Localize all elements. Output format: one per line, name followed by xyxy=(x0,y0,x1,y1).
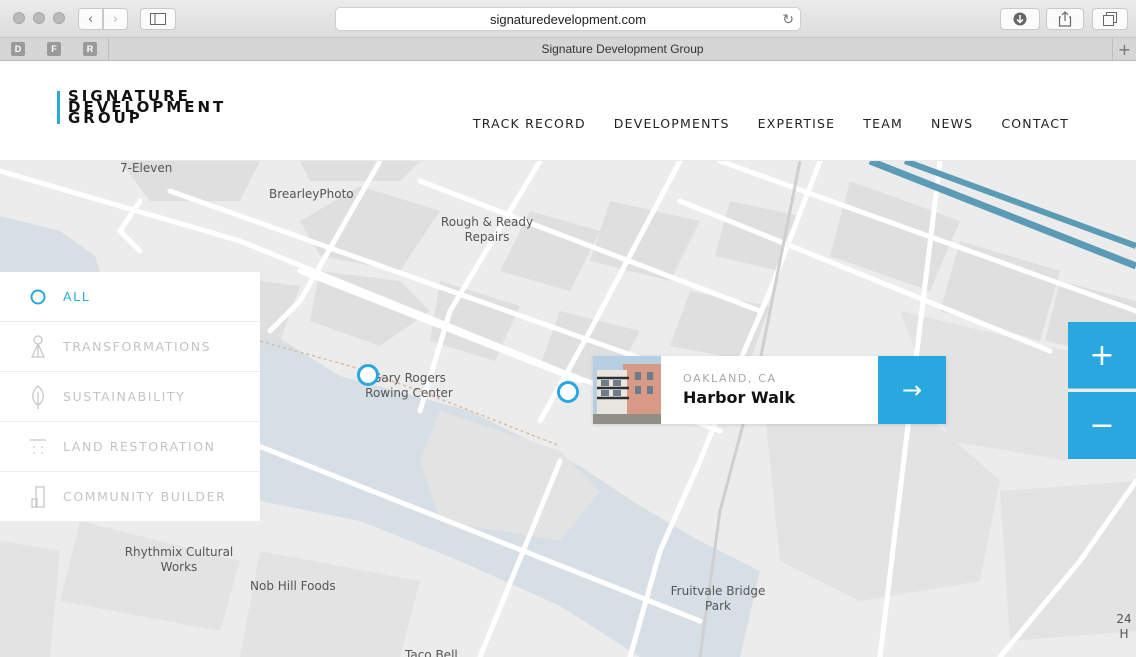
nav-contact[interactable]: CONTACT xyxy=(1001,116,1069,131)
project-location: OAKLAND, CA xyxy=(683,372,777,385)
sidebar-toggle-button[interactable] xyxy=(140,8,176,30)
zoom-in-button[interactable]: + xyxy=(1068,322,1136,389)
building-photo xyxy=(593,356,661,424)
logo[interactable]: SIGNATURE DEVELOPMENT GROUP xyxy=(57,89,226,126)
favorite-f[interactable]: F xyxy=(47,42,61,56)
filter-label: LAND RESTORATION xyxy=(63,439,216,454)
view-project-button[interactable]: → xyxy=(878,356,946,424)
filter-all[interactable]: ALL xyxy=(0,272,260,322)
leaf-icon xyxy=(27,384,49,410)
circle-icon xyxy=(27,284,49,310)
map-label-rhythmix: Rhythmix Cultural Works xyxy=(120,545,238,575)
filter-community-builder[interactable]: COMMUNITY BUILDER xyxy=(0,472,260,522)
map-label-nob-hill: Nob Hill Foods xyxy=(250,579,336,593)
forward-button[interactable]: › xyxy=(103,8,128,30)
plus-icon: + xyxy=(1117,39,1132,59)
filter-label: TRANSFORMATIONS xyxy=(63,339,212,354)
filter-transformations[interactable]: TRANSFORMATIONS xyxy=(0,322,260,372)
nav-expertise[interactable]: EXPERTISE xyxy=(758,116,836,131)
filter-label: SUSTAINABILITY xyxy=(63,389,186,404)
map-label-brearley: BrearleyPhoto xyxy=(269,187,354,201)
project-title: Harbor Walk xyxy=(683,388,795,407)
zoom-window-button[interactable] xyxy=(53,12,65,24)
close-window-button[interactable] xyxy=(13,12,25,24)
tab-title: Signature Development Group xyxy=(541,42,704,56)
url-text: signaturedevelopment.com xyxy=(489,11,647,27)
download-icon xyxy=(1013,12,1027,26)
back-button[interactable]: ‹ xyxy=(78,8,103,30)
map-label-line: Rowing Center xyxy=(365,386,453,400)
active-tab[interactable]: Signature Development Group xyxy=(108,38,1136,60)
map-label-rough-ready: Rough & Ready Repairs xyxy=(440,215,534,245)
plus-icon: + xyxy=(1089,337,1115,373)
favorite-r[interactable]: R xyxy=(83,42,97,56)
filter-label: ALL xyxy=(63,289,91,304)
map-label-line: Rhythmix Cultural xyxy=(124,545,234,559)
filter-land-restoration[interactable]: LAND RESTORATION xyxy=(0,422,260,472)
chevron-right-icon: › xyxy=(112,11,119,27)
map-marker-selected[interactable] xyxy=(557,381,579,403)
browser-toolbar: ‹ › signaturedevelopment.com ↻ xyxy=(0,0,1136,38)
transformation-icon xyxy=(27,334,49,360)
project-card[interactable]: OAKLAND, CA Harbor Walk → xyxy=(593,356,946,424)
tabs-icon xyxy=(1103,12,1117,26)
nav-team[interactable]: TEAM xyxy=(863,116,903,131)
map-marker[interactable] xyxy=(357,364,379,386)
map-label-taco-bell: Taco Bell xyxy=(405,648,458,657)
land-icon xyxy=(27,434,49,460)
building-icon xyxy=(27,484,49,510)
new-tab-button[interactable]: + xyxy=(1112,38,1136,60)
minimize-window-button[interactable] xyxy=(33,12,45,24)
filter-label: COMMUNITY BUILDER xyxy=(63,489,227,504)
tab-bar: D F R Signature Development Group + xyxy=(0,38,1136,61)
map-label-edge: 24 H xyxy=(1116,612,1132,641)
map-label-line: Park xyxy=(705,599,731,613)
map-label-line: Repairs xyxy=(464,230,510,244)
site-header: SIGNATURE DEVELOPMENT GROUP TRACK RECORD… xyxy=(0,61,1136,161)
nav-track-record[interactable]: TRACK RECORD xyxy=(473,116,586,131)
nav-news[interactable]: NEWS xyxy=(931,116,973,131)
downloads-button[interactable] xyxy=(1000,8,1040,30)
reload-icon[interactable]: ↻ xyxy=(782,11,794,28)
project-card-text: OAKLAND, CA Harbor Walk xyxy=(661,356,878,424)
address-bar[interactable]: signaturedevelopment.com ↻ xyxy=(335,7,801,31)
chevron-left-icon: ‹ xyxy=(87,11,94,27)
map-label-line: Rough & Ready xyxy=(440,215,534,229)
nav-developments[interactable]: DEVELOPMENTS xyxy=(614,116,730,131)
favorite-d[interactable]: D xyxy=(11,42,25,56)
arrow-right-icon: → xyxy=(901,376,923,404)
map-label-7-eleven: 7-Eleven xyxy=(120,161,173,175)
sidebar-icon xyxy=(150,13,166,25)
map-label-line: Fruitvale Bridge xyxy=(670,584,766,598)
zoom-out-button[interactable]: − xyxy=(1068,392,1136,459)
map-label-fruitvale: Fruitvale Bridge Park xyxy=(668,584,768,614)
filter-sustainability[interactable]: SUSTAINABILITY xyxy=(0,372,260,422)
main-nav: TRACK RECORD DEVELOPMENTS EXPERTISE TEAM… xyxy=(473,116,1069,131)
share-button[interactable] xyxy=(1046,8,1084,30)
minus-icon: − xyxy=(1089,408,1115,443)
category-filter-panel: ALL TRANSFORMATIONS SUSTAINABILITY LAND … xyxy=(0,272,260,522)
project-thumbnail xyxy=(593,356,661,424)
share-icon xyxy=(1058,11,1072,27)
map-label-line: Works xyxy=(160,560,198,574)
tabs-overview-button[interactable] xyxy=(1092,8,1128,30)
